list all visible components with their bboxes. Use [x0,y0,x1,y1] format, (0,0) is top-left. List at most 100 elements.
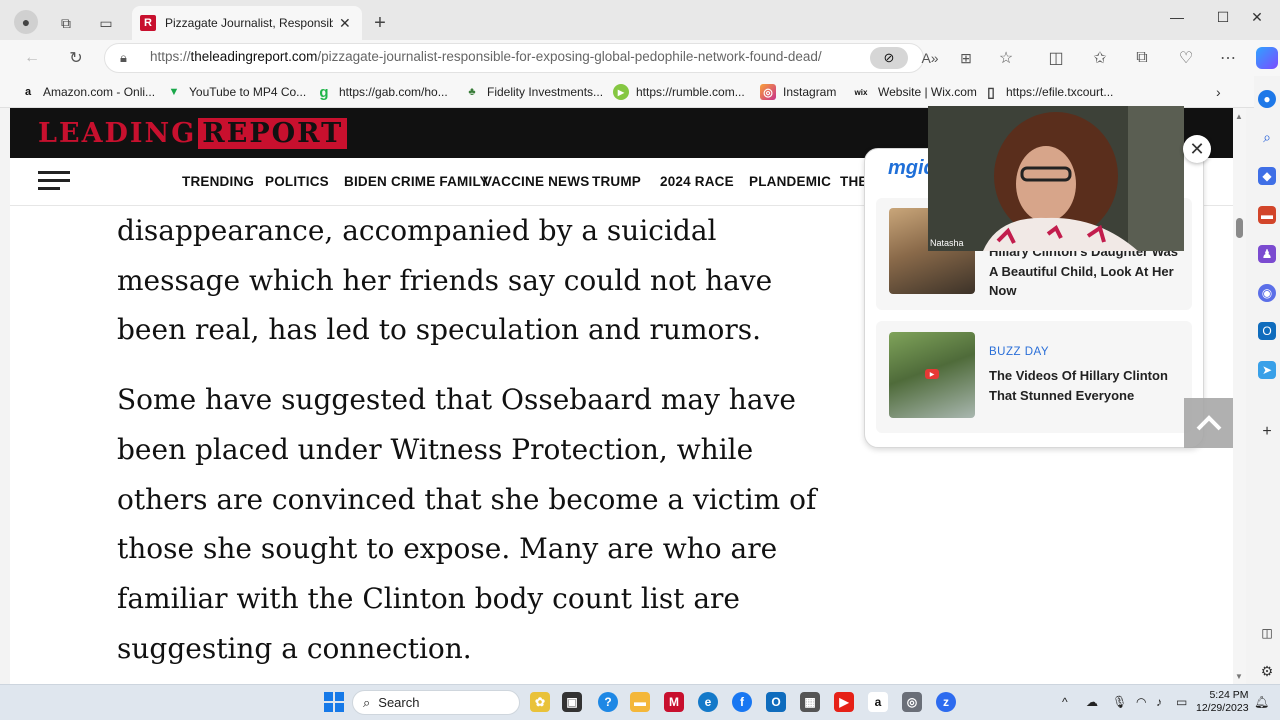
nav-plandemic[interactable]: PLANDEMIC [749,174,831,189]
more-menu-icon[interactable]: ⋯ [1214,44,1242,72]
article-paragraph: disappearance, accompanied by a suicidal… [117,214,773,347]
app-available-icon[interactable]: ⊞ [952,44,980,72]
zoom-icon[interactable]: z [936,692,956,712]
gab-icon: g [319,83,329,101]
new-tab-icon[interactable]: + [366,9,394,37]
favorite-amazon[interactable]: a Amazon.com - Onli... [20,84,155,100]
favorite-efile[interactable]: ▯ https://efile.txcourt... [983,84,1113,100]
games-icon[interactable]: ♟ [1258,245,1276,263]
file-explorer-icon[interactable]: ▬ [630,692,650,712]
download-arrow-icon: ▼ [168,86,180,98]
favorite-wix[interactable]: wix Website | Wix.com [851,84,977,100]
sidebar-toggle-icon[interactable]: ◫ [1258,624,1276,642]
favorite-star-icon[interactable]: ☆ [992,44,1020,72]
taskbar-clock[interactable]: 5:24 PM 12/29/2023 [1196,689,1249,715]
favorite-rumble[interactable]: ▶ https://rumble.com... [613,84,745,100]
favorites-overflow-chevron-icon[interactable]: › [1216,84,1221,100]
rumble-icon: ▶ [613,84,629,100]
security-shield-icon[interactable]: M [664,692,684,712]
minimize-icon[interactable]: — [1154,6,1200,28]
scrollbar-thumb[interactable] [1236,218,1243,238]
article-body: disappearance, accompanied by a suicidal… [117,206,847,693]
tracking-prevention-icon[interactable]: ⊘ [870,47,908,69]
widgets-icon[interactable]: ✿ [530,692,550,712]
browser-essentials-icon[interactable]: ♡ [1172,44,1200,72]
wix-icon: wix [854,87,868,97]
ad-headline[interactable]: The Videos Of Hillary Clinton That Stunn… [989,366,1185,405]
nav-vaccine-news[interactable]: VACCINE NEWS [483,174,589,189]
favorites-icon[interactable]: ✩ [1086,44,1114,72]
task-view-icon[interactable]: ▣ [562,692,582,712]
page-scrollbar[interactable] [1233,108,1246,684]
tools-icon[interactable]: ▬ [1258,206,1276,224]
notifications-icon[interactable]: ● [1258,90,1276,108]
url-text[interactable]: https://theleadingreport.com/pizzagate-j… [150,49,822,64]
amazon-taskbar-icon[interactable]: a [868,692,888,712]
battery-icon[interactable]: ▭ [1176,695,1187,709]
nav-biden-crime-family[interactable]: BIDEN CRIME FAMILY [344,174,489,189]
profile-icon[interactable]: ● [14,10,38,34]
active-tab[interactable]: R Pizzagate Journalist, Responsible ✕ [132,6,362,40]
scroll-up-arrow-icon[interactable]: ▲ [1235,112,1243,121]
cloud-sync-icon[interactable]: ☁ [1086,695,1098,709]
webcam-overlay [928,106,1184,251]
workspaces-icon[interactable]: ⧉ [52,9,80,37]
nav-politics[interactable]: POLITICS [265,174,329,189]
close-tab-icon[interactable]: ✕ [339,15,351,32]
favorite-fidelity[interactable]: ♣ Fidelity Investments... [464,84,603,100]
outlook-taskbar-icon[interactable]: O [766,692,786,712]
search-icon[interactable]: ⌕ [1258,128,1276,146]
copilot-icon[interactable] [1256,47,1278,69]
favorite-instagram[interactable]: ◎ Instagram [760,84,836,100]
webcam-person-image [928,106,1184,251]
store-icon[interactable]: ▦ [800,692,820,712]
facebook-icon[interactable]: f [732,692,752,712]
outlook-icon[interactable]: O [1258,322,1276,340]
back-icon[interactable]: ← [18,44,46,72]
wifi-icon[interactable]: ◠ [1136,695,1146,709]
play-icon: ▶ [925,369,939,379]
edge-icon[interactable]: e [698,692,718,712]
volume-icon[interactable]: ♪ [1156,695,1162,709]
article-paragraph: Some have suggested that Ossebaard may h… [117,383,817,665]
lock-icon[interactable]: 🔒︎ [120,50,127,66]
collections-icon[interactable]: ⧉ [1128,44,1156,72]
read-aloud-icon[interactable]: A» [916,44,944,72]
chevron-up-icon [1196,415,1221,431]
site-favicon-icon: R [140,15,156,31]
youtube-icon[interactable]: ▶ [834,692,854,712]
favorite-gab[interactable]: g https://gab.com/ho... [316,83,447,101]
tray-overflow-chevron-icon[interactable]: ^ [1062,695,1068,709]
add-icon[interactable]: + [1258,423,1276,441]
tab-title: Pizzagate Journalist, Responsible [165,16,333,30]
notification-bell-icon[interactable]: 🔔︎ [1254,695,1269,709]
refresh-icon[interactable]: ↻ [62,44,90,72]
windows-start-icon[interactable] [324,692,344,712]
webcam-name-label: Natasha [930,238,964,248]
microsoft-365-icon[interactable]: ◉ [1258,284,1276,302]
settings-gear-icon[interactable]: ⚙ [1258,662,1276,680]
search-icon: ⌕ [363,694,371,710]
fidelity-icon: ♣ [468,86,476,98]
favorite-youtube-mp4[interactable]: ▼ YouTube to MP4 Co... [166,84,307,100]
split-screen-icon[interactable]: ◫ [1042,44,1070,72]
nav-trump[interactable]: TRUMP [592,174,641,189]
send-icon[interactable]: ➤ [1258,361,1276,379]
nav-trending[interactable]: TRENDING [182,174,254,189]
close-window-icon[interactable]: ✕ [1234,6,1280,28]
site-logo[interactable]: LEADING REPORT [38,117,348,149]
camera-icon[interactable]: ◎ [902,692,922,712]
scroll-to-top-button[interactable] [1184,398,1233,448]
scroll-down-arrow-icon[interactable]: ▼ [1235,672,1243,681]
help-icon[interactable]: ? [598,692,618,712]
taskbar-search[interactable]: ⌕ Search [352,690,520,715]
close-ad-icon[interactable]: ✕ [1183,135,1211,163]
hamburger-menu-icon[interactable] [38,171,70,193]
nav-2024-race[interactable]: 2024 RACE [660,174,734,189]
ad-source: BUZZ DAY [989,346,1050,358]
tab-actions-icon[interactable]: ▭ [92,9,120,37]
instagram-icon: ◎ [760,84,776,100]
shopping-tag-icon[interactable]: ◆ [1258,167,1276,185]
microphone-icon[interactable]: 🎙︎ [1112,695,1127,709]
amazon-icon: a [24,86,32,98]
